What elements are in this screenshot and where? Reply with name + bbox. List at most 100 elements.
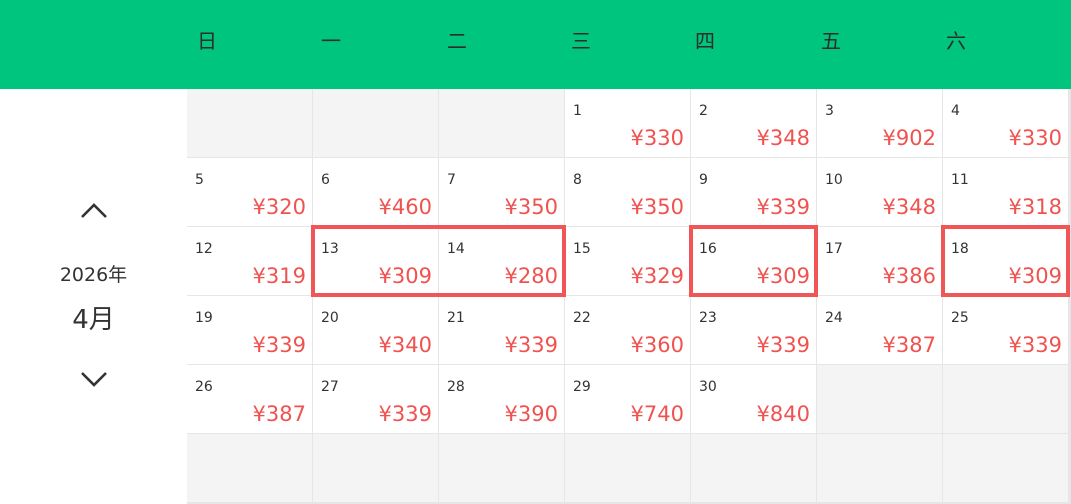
- day-number: 11: [951, 172, 969, 188]
- day-price: ¥840: [756, 402, 810, 426]
- day-price: ¥360: [630, 333, 684, 357]
- chevron-down-icon[interactable]: [80, 365, 108, 393]
- day-number: 21: [447, 310, 465, 326]
- empty-day-cell: [691, 434, 816, 502]
- empty-day-cell: [565, 434, 690, 502]
- day-price: ¥330: [630, 126, 684, 150]
- day-price: ¥339: [504, 333, 558, 357]
- calendar-day-cell[interactable]: 5 ¥320: [187, 158, 312, 226]
- empty-day-cell: [187, 89, 312, 157]
- day-number: 15: [573, 241, 591, 257]
- calendar-day-cell[interactable]: 30 ¥840: [691, 365, 816, 433]
- calendar-day-cell[interactable]: 28 ¥390: [439, 365, 564, 433]
- calendar-day-cell[interactable]: 7 ¥350: [439, 158, 564, 226]
- calendar-day-cell[interactable]: 12 ¥319: [187, 227, 312, 295]
- day-number: 19: [195, 310, 213, 326]
- calendar-day-cell[interactable]: 16 ¥309: [691, 227, 816, 295]
- calendar-day-cell[interactable]: 14 ¥280: [439, 227, 564, 295]
- day-price: ¥340: [378, 333, 432, 357]
- calendar-day-cell[interactable]: 9 ¥339: [691, 158, 816, 226]
- calendar-day-cell[interactable]: 23 ¥339: [691, 296, 816, 364]
- weekday-label: 六: [946, 29, 966, 53]
- empty-day-cell: [313, 89, 438, 157]
- empty-day-cell: [943, 365, 1068, 433]
- calendar-day-cell[interactable]: 21 ¥339: [439, 296, 564, 364]
- calendar-day-cell[interactable]: 6 ¥460: [313, 158, 438, 226]
- day-price: ¥350: [630, 195, 684, 219]
- day-number: 12: [195, 241, 213, 257]
- calendar-day-cell[interactable]: 15 ¥329: [565, 227, 690, 295]
- year-label: 2026年: [59, 264, 128, 286]
- day-price: ¥348: [882, 195, 936, 219]
- day-number: 1: [573, 103, 582, 119]
- calendar-grid: 1 ¥330 2 ¥348 3 ¥902 4 ¥330 5 ¥320 6 ¥460 7 ¥350 8 ¥350…: [187, 89, 1071, 504]
- calendar-day-cell[interactable]: 4 ¥330: [943, 89, 1068, 157]
- calendar-day-cell[interactable]: 27 ¥339: [313, 365, 438, 433]
- calendar-day-cell[interactable]: 2 ¥348: [691, 89, 816, 157]
- calendar-day-cell[interactable]: 8 ¥350: [565, 158, 690, 226]
- calendar-day-cell[interactable]: 18 ¥309: [943, 227, 1068, 295]
- calendar-day-cell[interactable]: 20 ¥340: [313, 296, 438, 364]
- calendar-day-cell[interactable]: 26 ¥387: [187, 365, 312, 433]
- day-price: ¥348: [756, 126, 810, 150]
- day-price: ¥339: [378, 402, 432, 426]
- calendar-day-cell[interactable]: 17 ¥386: [817, 227, 942, 295]
- calendar-day-cell[interactable]: 25 ¥339: [943, 296, 1068, 364]
- day-price: ¥387: [882, 333, 936, 357]
- day-price: ¥309: [378, 264, 432, 288]
- day-number: 5: [195, 172, 204, 188]
- day-price: ¥339: [756, 195, 810, 219]
- calendar-day-cell[interactable]: 19 ¥339: [187, 296, 312, 364]
- day-price: ¥460: [378, 195, 432, 219]
- calendar-day-cell[interactable]: 13 ¥309: [313, 227, 438, 295]
- weekday-header: 日一二三四五六: [0, 0, 1071, 89]
- day-number: 10: [825, 172, 843, 188]
- month-navigator: 2026年 4月: [0, 89, 187, 504]
- empty-day-cell: [187, 434, 312, 502]
- weekday-label: 三: [571, 29, 591, 53]
- day-price: ¥339: [252, 333, 306, 357]
- day-price: ¥387: [252, 402, 306, 426]
- empty-day-cell: [817, 365, 942, 433]
- day-price: ¥280: [504, 264, 558, 288]
- day-number: 30: [699, 379, 717, 395]
- empty-day-cell: [439, 434, 564, 502]
- calendar-day-cell[interactable]: 11 ¥318: [943, 158, 1068, 226]
- day-number: 28: [447, 379, 465, 395]
- calendar-day-cell[interactable]: 1 ¥330: [565, 89, 690, 157]
- day-price: ¥339: [756, 333, 810, 357]
- day-number: 17: [825, 241, 843, 257]
- empty-day-cell: [439, 89, 564, 157]
- empty-day-cell: [943, 434, 1068, 502]
- calendar-day-cell[interactable]: 29 ¥740: [565, 365, 690, 433]
- calendar-day-cell[interactable]: 22 ¥360: [565, 296, 690, 364]
- day-number: 9: [699, 172, 708, 188]
- day-number: 18: [951, 241, 969, 257]
- weekday-label: 二: [447, 29, 467, 53]
- day-number: 20: [321, 310, 339, 326]
- day-price: ¥902: [882, 126, 936, 150]
- day-price: ¥386: [882, 264, 936, 288]
- day-number: 24: [825, 310, 843, 326]
- day-price: ¥320: [252, 195, 306, 219]
- day-number: 16: [699, 241, 717, 257]
- calendar-day-cell[interactable]: 3 ¥902: [817, 89, 942, 157]
- day-number: 27: [321, 379, 339, 395]
- day-number: 13: [321, 241, 339, 257]
- day-price: ¥329: [630, 264, 684, 288]
- day-number: 23: [699, 310, 717, 326]
- day-number: 3: [825, 103, 834, 119]
- chevron-up-icon[interactable]: [80, 197, 108, 225]
- day-price: ¥309: [1008, 264, 1062, 288]
- calendar-day-cell[interactable]: 24 ¥387: [817, 296, 942, 364]
- day-number: 4: [951, 103, 960, 119]
- day-number: 14: [447, 241, 465, 257]
- day-number: 26: [195, 379, 213, 395]
- day-number: 29: [573, 379, 591, 395]
- calendar-day-cell[interactable]: 10 ¥348: [817, 158, 942, 226]
- month-label: 4月: [72, 305, 115, 335]
- day-price: ¥318: [1008, 195, 1062, 219]
- weekday-label: 一: [321, 29, 341, 53]
- empty-day-cell: [313, 434, 438, 502]
- day-price: ¥339: [1008, 333, 1062, 357]
